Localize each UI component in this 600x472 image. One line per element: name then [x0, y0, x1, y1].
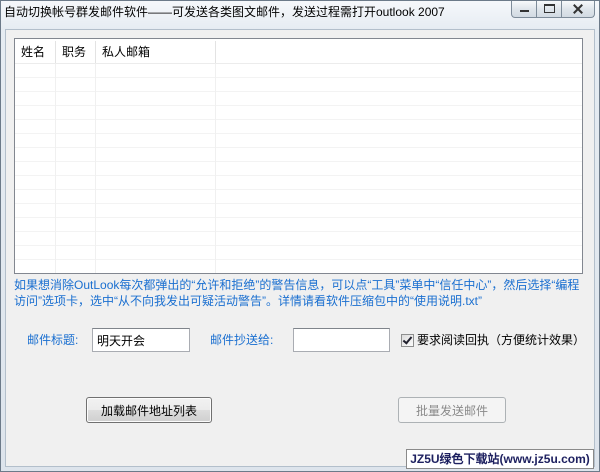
column-header-name[interactable]: 姓名 — [15, 41, 56, 63]
outlook-warning-notice: 如果想消除OutLook每次都弹出的“允许和拒绝”的警告信息，可以点“工具”菜单… — [14, 278, 580, 308]
minimize-icon — [520, 10, 529, 12]
list-header: 姓名 职务 私人邮箱 — [15, 41, 582, 64]
list-body[interactable] — [15, 64, 582, 273]
minimize-button[interactable] — [511, 1, 537, 18]
read-receipt-label[interactable]: 要求阅读回执（方便统计效果） — [417, 333, 585, 347]
cc-input[interactable] — [293, 328, 390, 352]
app-window: 自动切换帐号群发邮件软件——可发送各类图文邮件，发送过程需打开outlook 2… — [0, 0, 600, 472]
close-icon — [573, 4, 583, 14]
batch-send-button[interactable]: 批量发送邮件 — [398, 397, 506, 423]
email-list[interactable]: 姓名 职务 私人邮箱 — [14, 38, 583, 274]
column-header-title[interactable]: 职务 — [56, 41, 96, 63]
close-button[interactable] — [562, 1, 595, 18]
window-title: 自动切换帐号群发邮件软件——可发送各类图文邮件，发送过程需打开outlook 2… — [4, 5, 445, 19]
cc-label: 邮件抄送给: — [210, 333, 274, 347]
window-controls — [511, 1, 595, 18]
subject-label: 邮件标题: — [27, 333, 79, 347]
read-receipt-checkbox[interactable] — [401, 334, 414, 347]
title-bar[interactable]: 自动切换帐号群发邮件软件——可发送各类图文邮件，发送过程需打开outlook 2… — [1, 1, 599, 30]
subject-input[interactable] — [92, 328, 190, 352]
site-watermark: JZ5U绿色下载站(www.jz5u.com) — [406, 449, 594, 469]
load-address-list-button[interactable]: 加载邮件地址列表 — [86, 397, 212, 423]
column-header-email[interactable]: 私人邮箱 — [96, 41, 216, 63]
maximize-button[interactable] — [537, 1, 562, 18]
maximize-icon — [544, 4, 555, 13]
